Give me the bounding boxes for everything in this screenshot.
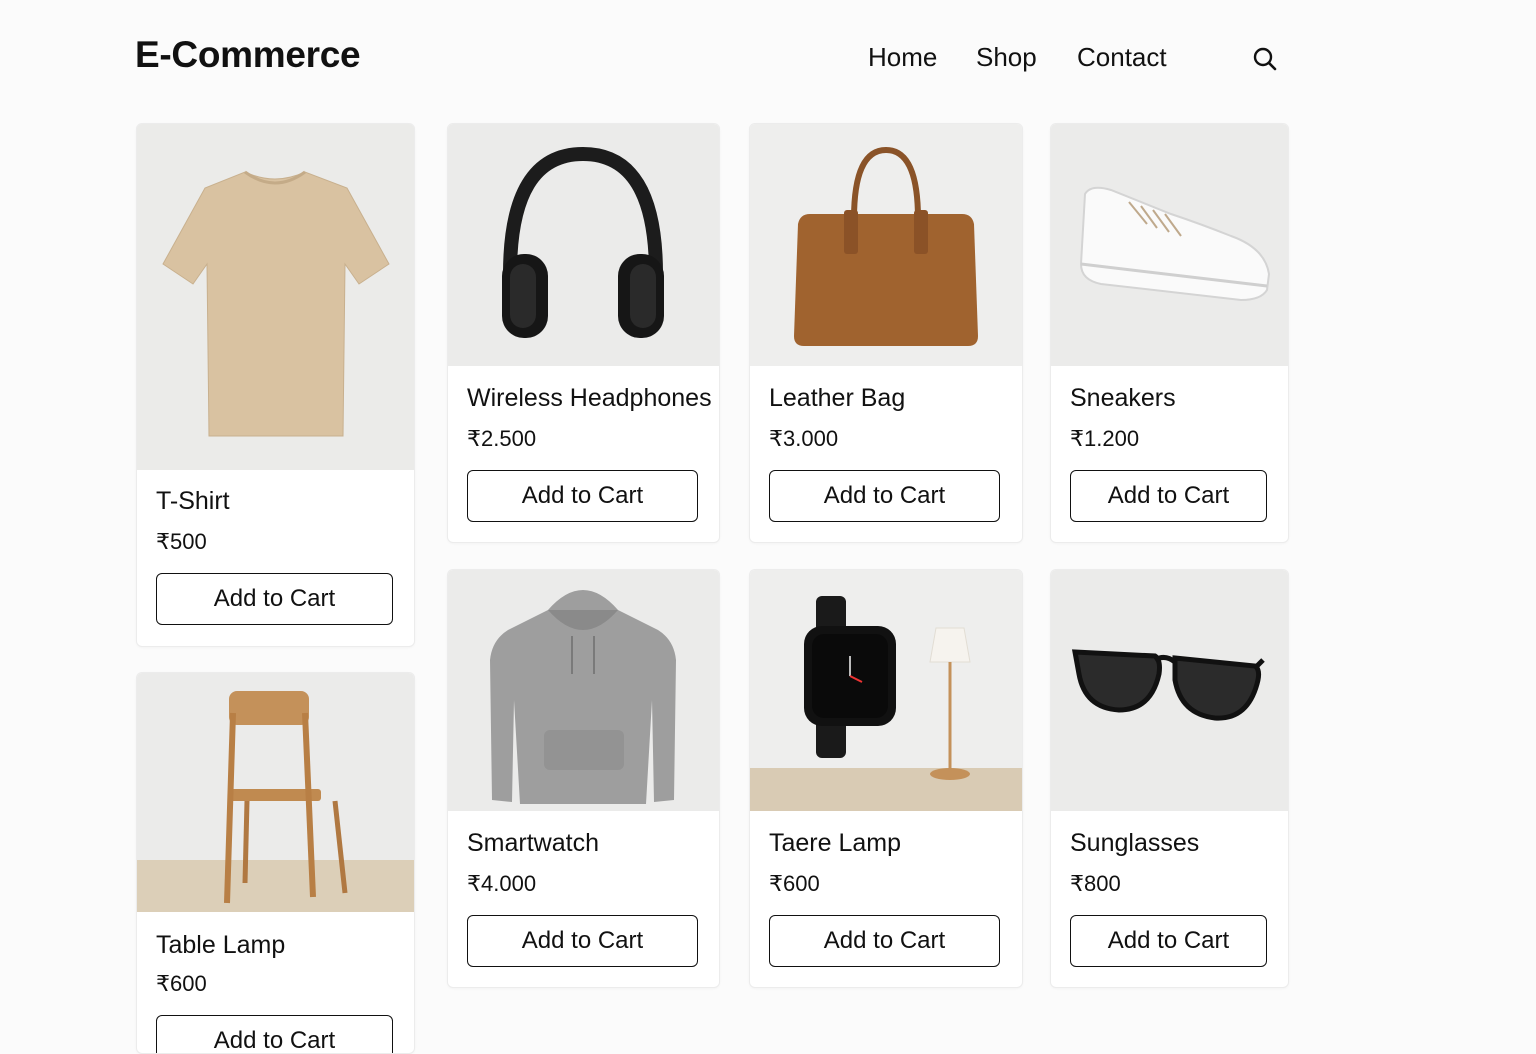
- product-image-hoodie[interactable]: [448, 570, 719, 811]
- product-card: Smartwatch ₹4.000 Add to Cart: [447, 569, 720, 988]
- nav-shop[interactable]: Shop: [976, 42, 1037, 73]
- site-logo[interactable]: E-Commerce: [135, 34, 361, 76]
- product-price: ₹1.200: [1070, 426, 1140, 451]
- add-to-cart-button[interactable]: Add to Cart: [769, 915, 1000, 967]
- product-card: Wireless Headphones ₹2.500 Add to Cart: [447, 123, 720, 543]
- product-image-leather-bag[interactable]: [750, 124, 1022, 366]
- product-price: ₹500: [156, 529, 207, 554]
- add-to-cart-button[interactable]: Add to Cart: [156, 573, 393, 625]
- add-to-cart-button[interactable]: Add to Cart: [769, 470, 1000, 522]
- product-image-smartwatch-and-lamp[interactable]: [750, 570, 1022, 811]
- product-name: Wireless Headphones: [467, 384, 712, 412]
- product-name: Sneakers: [1070, 384, 1176, 412]
- product-name: Smartwatch: [467, 829, 599, 857]
- product-image-sneakers[interactable]: [1051, 124, 1288, 366]
- product-card: Taere Lamp ₹600 Add to Cart: [749, 569, 1023, 988]
- product-image-headphones[interactable]: [448, 124, 719, 366]
- product-price: ₹2.500: [467, 426, 537, 451]
- product-image-t-shirt[interactable]: [137, 124, 414, 470]
- product-card: Leather Bag ₹3.000 Add to Cart: [749, 123, 1023, 543]
- add-to-cart-button[interactable]: Add to Cart: [156, 1015, 393, 1053]
- site-header: E-Commerce Home Shop Contact: [0, 0, 1536, 110]
- product-name: Leather Bag: [769, 384, 906, 412]
- search-icon[interactable]: [1250, 44, 1280, 74]
- nav-home[interactable]: Home: [868, 42, 937, 73]
- add-to-cart-button[interactable]: Add to Cart: [467, 915, 698, 967]
- product-card: Table Lamp ₹600 Add to Cart: [136, 672, 415, 1054]
- product-card: Sneakers ₹1.200 Add to Cart: [1050, 123, 1289, 543]
- product-price: ₹4.000: [467, 871, 537, 896]
- product-name: Sunglasses: [1070, 829, 1200, 857]
- nav-contact[interactable]: Contact: [1077, 42, 1167, 73]
- product-image-sunglasses[interactable]: [1051, 570, 1288, 811]
- product-price: ₹600: [769, 871, 820, 896]
- product-price: ₹800: [1070, 871, 1121, 896]
- add-to-cart-button[interactable]: Add to Cart: [1070, 915, 1267, 967]
- product-price: ₹600: [156, 971, 207, 996]
- product-name: Table Lamp: [156, 931, 286, 959]
- add-to-cart-button[interactable]: Add to Cart: [467, 470, 698, 522]
- product-image-chair[interactable]: [137, 673, 414, 912]
- add-to-cart-button[interactable]: Add to Cart: [1070, 470, 1267, 522]
- product-name: Taere Lamp: [769, 829, 902, 857]
- product-price: ₹3.000: [769, 426, 839, 451]
- product-name: T-Shirt: [156, 487, 230, 515]
- product-card: T-Shirt ₹500 Add to Cart: [136, 123, 415, 647]
- product-card: Sunglasses ₹800 Add to Cart: [1050, 569, 1289, 988]
